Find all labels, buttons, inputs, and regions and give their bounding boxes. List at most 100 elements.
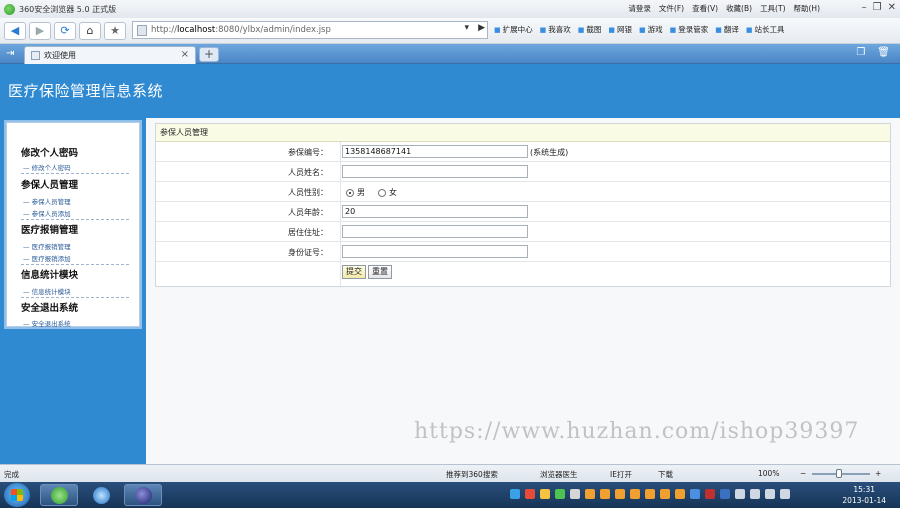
clock-date: 2013-01-14 [842,496,886,505]
status-ie-open[interactable]: IE打开 [610,469,632,480]
favorite-star-button[interactable]: ★ [104,21,126,40]
url-path: :8080/ylbx/admin/index.jsp [215,25,331,35]
id-field[interactable]: 1358148687141 [342,145,528,158]
menu-group-reimbursement[interactable]: 医疗报销管理 [21,222,78,236]
taskbar-360-browser[interactable] [40,484,78,506]
qq-icon[interactable] [600,489,610,499]
menu-help[interactable]: 帮助(H) [794,3,821,14]
close-window-icon[interactable]: ✕ [888,2,896,13]
minimize-icon[interactable]: – [862,2,867,13]
refresh-button[interactable]: ⟳ [54,21,76,40]
tool-translate[interactable]: 翻译 [715,24,739,35]
new-tab-button[interactable]: + [199,47,219,62]
tab-list-icon[interactable]: ❐ [856,47,865,58]
taskbar-ie[interactable] [82,484,120,506]
browser-titlebar: 360安全浏览器 5.0 正式版 请登录 文件(F) 查看(V) 收藏(B) 工… [0,0,900,18]
tab-close-icon[interactable]: × [181,49,189,60]
trash-icon[interactable]: 🗑 [877,47,890,58]
tray-icon[interactable] [540,489,550,499]
address-field[interactable] [342,225,528,238]
qq-icon[interactable] [675,489,685,499]
back-button[interactable]: ◀ [4,21,26,40]
qq-icon[interactable] [615,489,625,499]
start-button[interactable] [4,483,30,507]
tray-icon[interactable] [690,489,700,499]
address-bar[interactable]: http://localhost:8080/ylbx/admin/index.j… [132,21,488,39]
menu-item-reimbursement-manage[interactable]: 医疗报销管理 [23,241,71,251]
system-clock[interactable]: 15:31 2013-01-14 [842,484,886,506]
forward-arrow-icon: ▶ [35,24,45,37]
qq-icon[interactable] [630,489,640,499]
tool-favorites[interactable]: 我喜欢 [540,24,571,35]
status-zoom-level[interactable]: 100% [758,469,779,478]
tab-title: 欢迎使用 [44,51,76,60]
restore-icon[interactable]: ❐ [873,2,882,13]
network-icon[interactable] [765,489,775,499]
menu-item-statistics[interactable]: 信息统计模块 [23,286,71,296]
volume-icon[interactable] [780,489,790,499]
status-recommend-search[interactable]: 推荐到360搜索 [446,469,498,480]
tray-icon[interactable] [525,489,535,499]
tray-icon[interactable] [510,489,520,499]
menu-tools[interactable]: 工具(T) [760,3,785,14]
system-tray [510,489,790,499]
menu-item-insured-manage[interactable]: 参保人员管理 [23,196,71,206]
menu-login[interactable]: 请登录 [628,3,651,14]
gender-female-radio[interactable]: 女 [378,187,397,198]
tray-icon[interactable] [720,489,730,499]
browser-logo-icon [4,3,15,15]
app-title: 医疗保险管理信息系统 [8,82,164,100]
tool-screenshot[interactable]: 截图 [578,24,601,35]
name-field[interactable] [342,165,528,178]
sidebar-toggle-icon[interactable]: ⇥ [6,48,14,59]
tool-games[interactable]: 游戏 [639,24,663,35]
url-dropdown-icon[interactable]: ▾ [464,23,469,33]
id-note: (系统生成) [530,148,569,157]
menu-item-change-password[interactable]: 修改个人密码 [23,162,71,172]
menu-view[interactable]: 查看(V) [692,3,718,14]
menu-divider [21,297,129,298]
menu-group-statistics[interactable]: 信息统计模块 [21,267,78,281]
go-icon[interactable]: ▶ [478,23,485,33]
status-browser-doctor[interactable]: 浏览器医生 [540,469,578,480]
home-button[interactable]: ⌂ [79,21,101,40]
menu-group-insured[interactable]: 参保人员管理 [21,177,78,191]
id-label: 参保编号： [288,148,328,157]
tray-icon[interactable] [735,489,745,499]
menu-item-logout[interactable]: 安全退出系统 [23,318,71,328]
gender-female-label: 女 [389,188,397,197]
tray-icon[interactable] [570,489,580,499]
age-field[interactable]: 20 [342,205,528,218]
url-prefix: http:// [151,25,178,35]
status-download[interactable]: 下载 [658,469,673,480]
reset-button[interactable]: 重置 [368,265,392,279]
gender-male-radio[interactable]: 男 [346,187,365,198]
menu-group-logout[interactable]: 安全退出系统 [21,300,78,314]
menu-item-reimbursement-add[interactable]: 医疗报销添加 [23,253,71,263]
qq-icon[interactable] [660,489,670,499]
tool-webmaster[interactable]: 站长工具 [746,24,785,35]
tray-icon[interactable] [750,489,760,499]
zoom-out-icon[interactable]: − [800,469,806,478]
tool-banking[interactable]: 网银 [608,24,632,35]
zoom-in-icon[interactable]: + [875,469,881,478]
menu-favorites[interactable]: 收藏(B) [726,3,752,14]
tray-icon[interactable] [555,489,565,499]
qq-icon[interactable] [645,489,655,499]
qq-icon[interactable] [585,489,595,499]
zoom-slider-handle[interactable] [836,469,842,478]
taskbar-eclipse[interactable] [124,484,162,506]
menu-group-password[interactable]: 修改个人密码 [21,145,78,159]
tool-extensions[interactable]: 扩展中心 [494,24,533,35]
menu-divider [21,173,129,174]
submit-button[interactable]: 提交 [342,265,366,279]
star-icon: ★ [110,24,120,37]
tray-icon[interactable] [705,489,715,499]
tool-login-manager[interactable]: 登录管家 [670,24,708,35]
watermark-text: https://www.huzhan.com/ishop39397 [414,419,860,444]
menu-item-insured-add[interactable]: 参保人员添加 [23,208,71,218]
idcard-field[interactable] [342,245,528,258]
menu-file[interactable]: 文件(F) [659,3,684,14]
forward-button[interactable]: ▶ [29,21,51,40]
tab-welcome[interactable]: 欢迎使用 × [24,46,196,64]
